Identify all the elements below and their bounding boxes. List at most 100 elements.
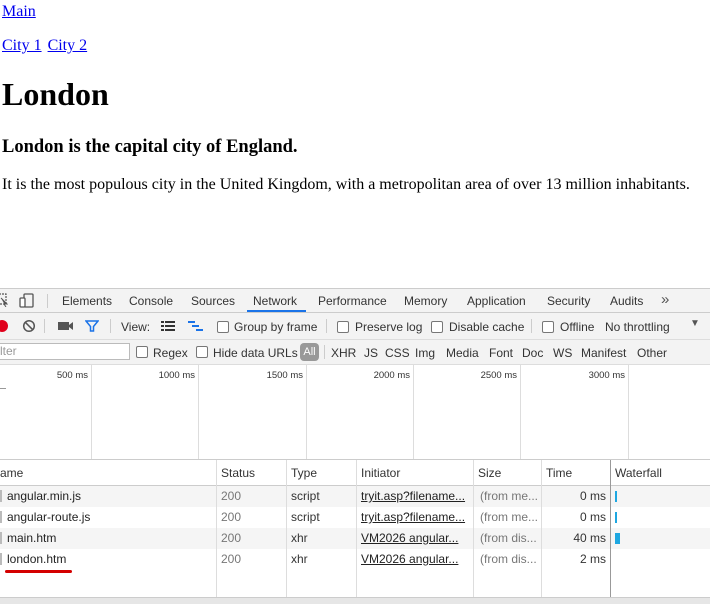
timeline-tick-label: 1000 ms [158,370,195,381]
filter-type-img[interactable]: Img [415,346,435,360]
column-waterfall-header[interactable]: Waterfall [615,466,662,480]
hide-data-urls-label: Hide data URLs [213,346,298,360]
request-type: script [291,510,320,524]
column-divider[interactable] [356,460,357,597]
tab-security[interactable]: Security [547,294,590,308]
filter-separator [324,345,325,359]
column-divider[interactable] [610,460,611,597]
filter-type-font[interactable]: Font [489,346,513,360]
preserve-log-checkbox[interactable] [337,321,349,333]
waterfall-bar [615,512,617,523]
filter-type-media[interactable]: Media [446,346,479,360]
table-header: ame Status Type Initiator Size Time Wate… [0,460,710,486]
column-size-header[interactable]: Size [478,466,501,480]
active-tab-indicator [247,310,306,312]
city-2-link[interactable]: City 2 [48,37,88,54]
tab-application[interactable]: Application [467,294,526,308]
filter-type-manifest[interactable]: Manifest [581,346,626,360]
preserve-log-label: Preserve log [355,320,423,334]
device-toolbar-icon[interactable] [19,293,35,308]
request-name: london.htm [7,552,67,566]
timeline-gridline [198,365,199,459]
regex-label: Regex [153,346,188,360]
filter-type-xhr[interactable]: XHR [331,346,356,360]
request-initiator-link[interactable]: VM2026 angular... [361,531,469,545]
toolbar-separator [326,319,327,333]
filter-type-js[interactable]: JS [364,346,378,360]
filter-type-other[interactable]: Other [637,346,667,360]
column-divider[interactable] [473,460,474,597]
inspect-element-icon[interactable] [0,293,8,307]
timeline-gridline [91,365,92,459]
tab-performance[interactable]: Performance [318,294,387,308]
group-by-frame-checkbox[interactable] [217,321,229,333]
more-tabs-icon[interactable]: » [661,291,669,308]
filter-type-ws[interactable]: WS [553,346,572,360]
column-name-header[interactable]: ame [0,466,23,480]
table-row[interactable]: angular.min.js 200 script tryit.asp?file… [0,486,710,507]
screenshot-camera-icon[interactable] [58,320,74,332]
request-initiator-link[interactable]: tryit.asp?filename... [361,510,469,524]
timeline-tick-label: 2500 ms [480,370,517,381]
column-divider[interactable] [216,460,217,597]
request-status: 200 [221,510,242,524]
tab-sources[interactable]: Sources [191,294,235,308]
clear-icon[interactable] [22,319,36,333]
filter-input[interactable]: lter [0,343,130,360]
record-icon[interactable] [0,319,9,333]
overview-waterfall-icon[interactable] [188,321,204,332]
throttling-select[interactable]: No throttling [605,320,670,334]
disable-cache-label: Disable cache [449,320,525,334]
tab-audits[interactable]: Audits [610,294,643,308]
request-status: 200 [221,531,242,545]
disable-cache-checkbox[interactable] [431,321,443,333]
table-row[interactable]: angular-route.js 200 script tryit.asp?fi… [0,507,710,528]
column-initiator-header[interactable]: Initiator [361,466,400,480]
table-row[interactable]: main.htm 200 xhr VM2026 angular... (from… [0,528,710,549]
tab-network[interactable]: Network [253,294,297,308]
table-row[interactable]: london.htm 200 xhr VM2026 angular... (fr… [0,549,710,570]
request-status: 200 [221,489,242,503]
rendered-page: Main City 1 City 2 London London is the … [0,0,710,288]
toolbar-separator [44,319,45,333]
timeline-gridline [413,365,414,459]
timeline-tick-label: 500 ms [56,370,88,381]
offline-checkbox[interactable] [542,321,554,333]
chevron-down-icon[interactable]: ▼ [690,318,700,329]
column-time-header[interactable]: Time [546,466,572,480]
request-initiator-link[interactable]: VM2026 angular... [361,552,469,566]
main-link[interactable]: Main [2,3,36,21]
file-icon [0,532,2,544]
timeline-gridline [628,365,629,459]
request-name: main.htm [7,531,57,545]
filter-type-doc[interactable]: Doc [522,346,543,360]
overview-timeline[interactable]: 500 ms 1000 ms 1500 ms 2000 ms 2500 ms 3… [0,365,710,460]
city-1-link[interactable]: City 1 [2,37,42,54]
tab-memory[interactable]: Memory [404,294,447,308]
large-rows-icon[interactable] [161,321,175,332]
timeline-gridline [520,365,521,459]
page-subheading: London is the capital city of England. [2,137,298,157]
page-paragraph: It is the most populous city in the Unit… [2,176,690,193]
tab-elements[interactable]: Elements [62,294,112,308]
regex-checkbox[interactable] [136,346,148,358]
filter-funnel-icon[interactable] [85,319,99,333]
request-type: script [291,489,320,503]
request-initiator-link[interactable]: tryit.asp?filename... [361,489,469,503]
request-type: xhr [291,531,308,545]
column-divider[interactable] [286,460,287,597]
file-icon [0,490,2,502]
timeline-gridline [306,365,307,459]
column-status-header[interactable]: Status [221,466,255,480]
timeline-tick-label: 3000 ms [588,370,625,381]
file-icon [0,553,2,565]
timeline-tick-label: 2000 ms [373,370,410,381]
column-divider[interactable] [541,460,542,597]
filter-type-css[interactable]: CSS [385,346,410,360]
tab-console[interactable]: Console [129,294,173,308]
highlight-underline [5,570,72,573]
hide-data-urls-checkbox[interactable] [196,346,208,358]
request-name: angular-route.js [7,510,91,524]
column-type-header[interactable]: Type [291,466,317,480]
filter-type-all[interactable]: All [300,343,319,361]
